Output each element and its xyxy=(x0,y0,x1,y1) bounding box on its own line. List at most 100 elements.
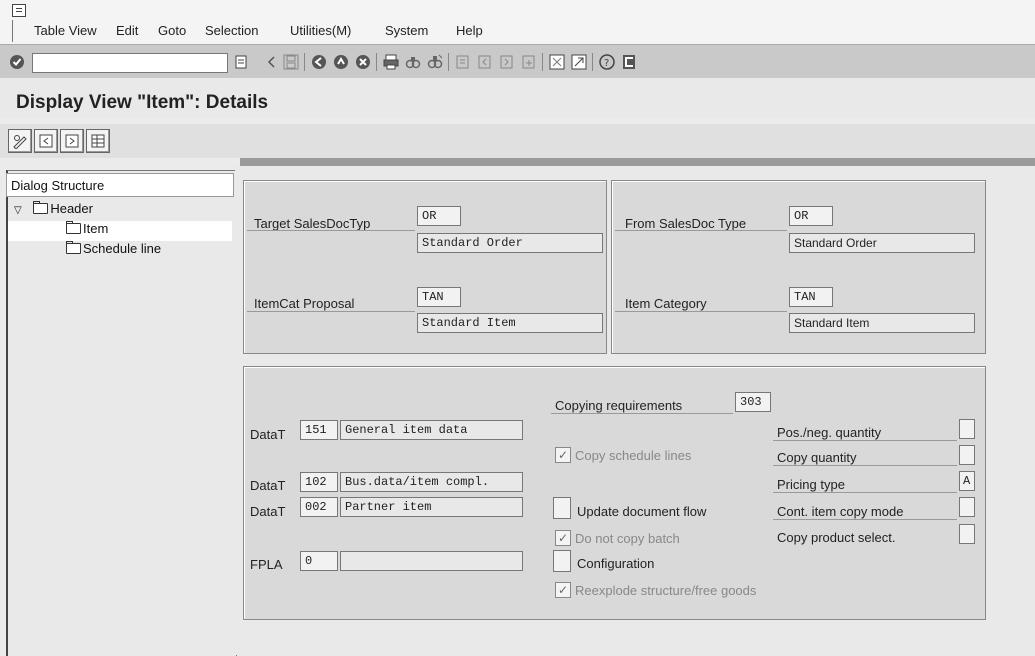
menu-bar: Table View Edit Goto Selection Utilities… xyxy=(0,0,1035,44)
expand-triangle-icon[interactable]: ▽ xyxy=(14,205,22,216)
item-category-description: Standard Item xyxy=(789,313,975,333)
command-input[interactable] xyxy=(33,54,235,72)
target-salesdoc-field[interactable]: OR xyxy=(417,206,461,226)
datat-code-field[interactable]: 002 xyxy=(300,497,338,517)
enter-icon[interactable] xyxy=(8,53,26,71)
menu-table-view[interactable]: Table View xyxy=(34,23,97,38)
menu-utilities[interactable]: Utilities(M) xyxy=(290,23,351,38)
row-divider xyxy=(615,230,787,231)
toolbar-separator xyxy=(304,53,305,71)
row-divider xyxy=(773,440,957,441)
print-icon[interactable] xyxy=(382,53,400,71)
pos-neg-quantity-field[interactable] xyxy=(959,419,975,439)
toolbar-separator xyxy=(542,53,543,71)
create-session-icon[interactable] xyxy=(548,53,566,71)
row-divider xyxy=(773,492,957,493)
fpla-description xyxy=(340,551,523,571)
menu-edit[interactable]: Edit xyxy=(116,23,138,38)
page-title: Display View "Item": Details xyxy=(16,92,269,113)
cont-item-copy-mode-label: Cont. item copy mode xyxy=(777,504,904,519)
row-divider xyxy=(773,465,957,466)
do-not-copy-batch-label: Do not copy batch xyxy=(575,531,680,546)
layout-menu-icon[interactable] xyxy=(620,53,638,71)
previous-entry-button[interactable] xyxy=(34,129,58,153)
select-all-button[interactable] xyxy=(86,129,110,153)
next-page-icon[interactable] xyxy=(498,53,516,71)
tree-node-label: Item xyxy=(83,221,109,236)
menu-help[interactable]: Help xyxy=(456,23,483,38)
toolbar-separator xyxy=(448,53,449,71)
find-next-icon[interactable] xyxy=(426,53,444,71)
shortcut-icon[interactable] xyxy=(570,53,588,71)
menu-goto[interactable]: Goto xyxy=(158,23,186,38)
cont-item-copy-mode-field[interactable] xyxy=(959,497,975,517)
configuration-checkbox[interactable] xyxy=(553,550,571,572)
find-icon[interactable] xyxy=(404,53,422,71)
exit-icon[interactable] xyxy=(332,53,350,71)
item-category-field[interactable]: TAN xyxy=(789,287,833,307)
copy-schedule-lines-checkbox[interactable]: ✓ xyxy=(555,447,571,463)
fpla-field[interactable]: 0 xyxy=(300,551,338,571)
copying-requirements-label: Copying requirements xyxy=(555,398,683,413)
next-entry-button[interactable] xyxy=(60,129,84,153)
from-salesdoc-description: Standard Order xyxy=(789,233,975,253)
target-salesdoc-description: Standard Order xyxy=(417,233,603,253)
previous-entry-icon xyxy=(39,134,53,148)
from-salesdoc-field[interactable]: OR xyxy=(789,206,833,226)
menu-selection[interactable]: Selection xyxy=(205,23,258,38)
tree-node-schedule-line[interactable]: Schedule line xyxy=(8,241,232,261)
from-salesdoc-label: From SalesDoc Type xyxy=(625,216,747,231)
pricing-type-field[interactable]: A xyxy=(959,471,975,491)
toolbar-separator xyxy=(376,53,377,71)
standard-toolbar: ? xyxy=(0,44,1035,80)
row-divider xyxy=(615,311,787,312)
update-document-flow-checkbox[interactable] xyxy=(553,497,571,519)
tree-node-label: Header xyxy=(50,201,93,216)
previous-page-icon[interactable] xyxy=(476,53,494,71)
row-divider xyxy=(247,311,415,312)
reexplode-structure-label: Reexplode structure/free goods xyxy=(575,583,757,598)
copy-quantity-field[interactable] xyxy=(959,445,975,465)
help-icon[interactable]: ? xyxy=(598,53,616,71)
system-menu-icon[interactable] xyxy=(12,4,26,17)
datat-label: DataT xyxy=(250,478,286,493)
datat-code-field[interactable]: 102 xyxy=(300,472,338,492)
first-page-icon[interactable] xyxy=(454,53,472,71)
itemcat-proposal-description: Standard Item xyxy=(417,313,603,333)
menu-system[interactable]: System xyxy=(385,23,428,38)
copying-requirements-field[interactable]: 303 xyxy=(735,392,771,412)
toolbar-separator xyxy=(592,53,593,71)
copy-product-select-field[interactable] xyxy=(959,524,975,544)
back-icon[interactable] xyxy=(310,53,328,71)
display-change-button[interactable] xyxy=(8,129,32,153)
row-divider xyxy=(773,519,957,520)
folder-icon xyxy=(33,201,49,214)
open-folder-icon xyxy=(66,221,81,234)
fpla-label: FPLA xyxy=(250,557,283,572)
tree-node-header[interactable]: ▽ Header xyxy=(14,201,232,221)
svg-text:?: ? xyxy=(604,58,609,69)
row-divider xyxy=(551,413,733,414)
command-field[interactable] xyxy=(32,53,235,73)
command-history-icon[interactable] xyxy=(232,53,250,71)
update-document-flow-label: Update document flow xyxy=(577,504,707,519)
table-icon xyxy=(91,134,105,148)
cancel-icon[interactable] xyxy=(354,53,372,71)
itemcat-proposal-field[interactable]: TAN xyxy=(417,287,461,307)
last-page-icon[interactable] xyxy=(520,53,538,71)
tree-node-label: Schedule line xyxy=(83,241,162,256)
copy-quantity-label: Copy quantity xyxy=(777,450,857,465)
collapse-icon[interactable] xyxy=(262,53,280,71)
copy-schedule-lines-label: Copy schedule lines xyxy=(575,448,692,463)
dialog-structure-title: Dialog Structure xyxy=(11,178,105,193)
configuration-label: Configuration xyxy=(577,556,655,571)
itemcat-proposal-label: ItemCat Proposal xyxy=(254,296,355,311)
pencil-glasses-icon xyxy=(13,135,27,149)
datat-code-field[interactable]: 151 xyxy=(300,420,338,440)
tree-node-item[interactable]: Item xyxy=(8,221,232,241)
save-icon[interactable] xyxy=(282,53,300,71)
header-strip xyxy=(240,158,1035,166)
pos-neg-quantity-label: Pos./neg. quantity xyxy=(777,425,882,440)
do-not-copy-batch-checkbox[interactable]: ✓ xyxy=(555,530,571,546)
reexplode-structure-checkbox[interactable]: ✓ xyxy=(555,582,571,598)
